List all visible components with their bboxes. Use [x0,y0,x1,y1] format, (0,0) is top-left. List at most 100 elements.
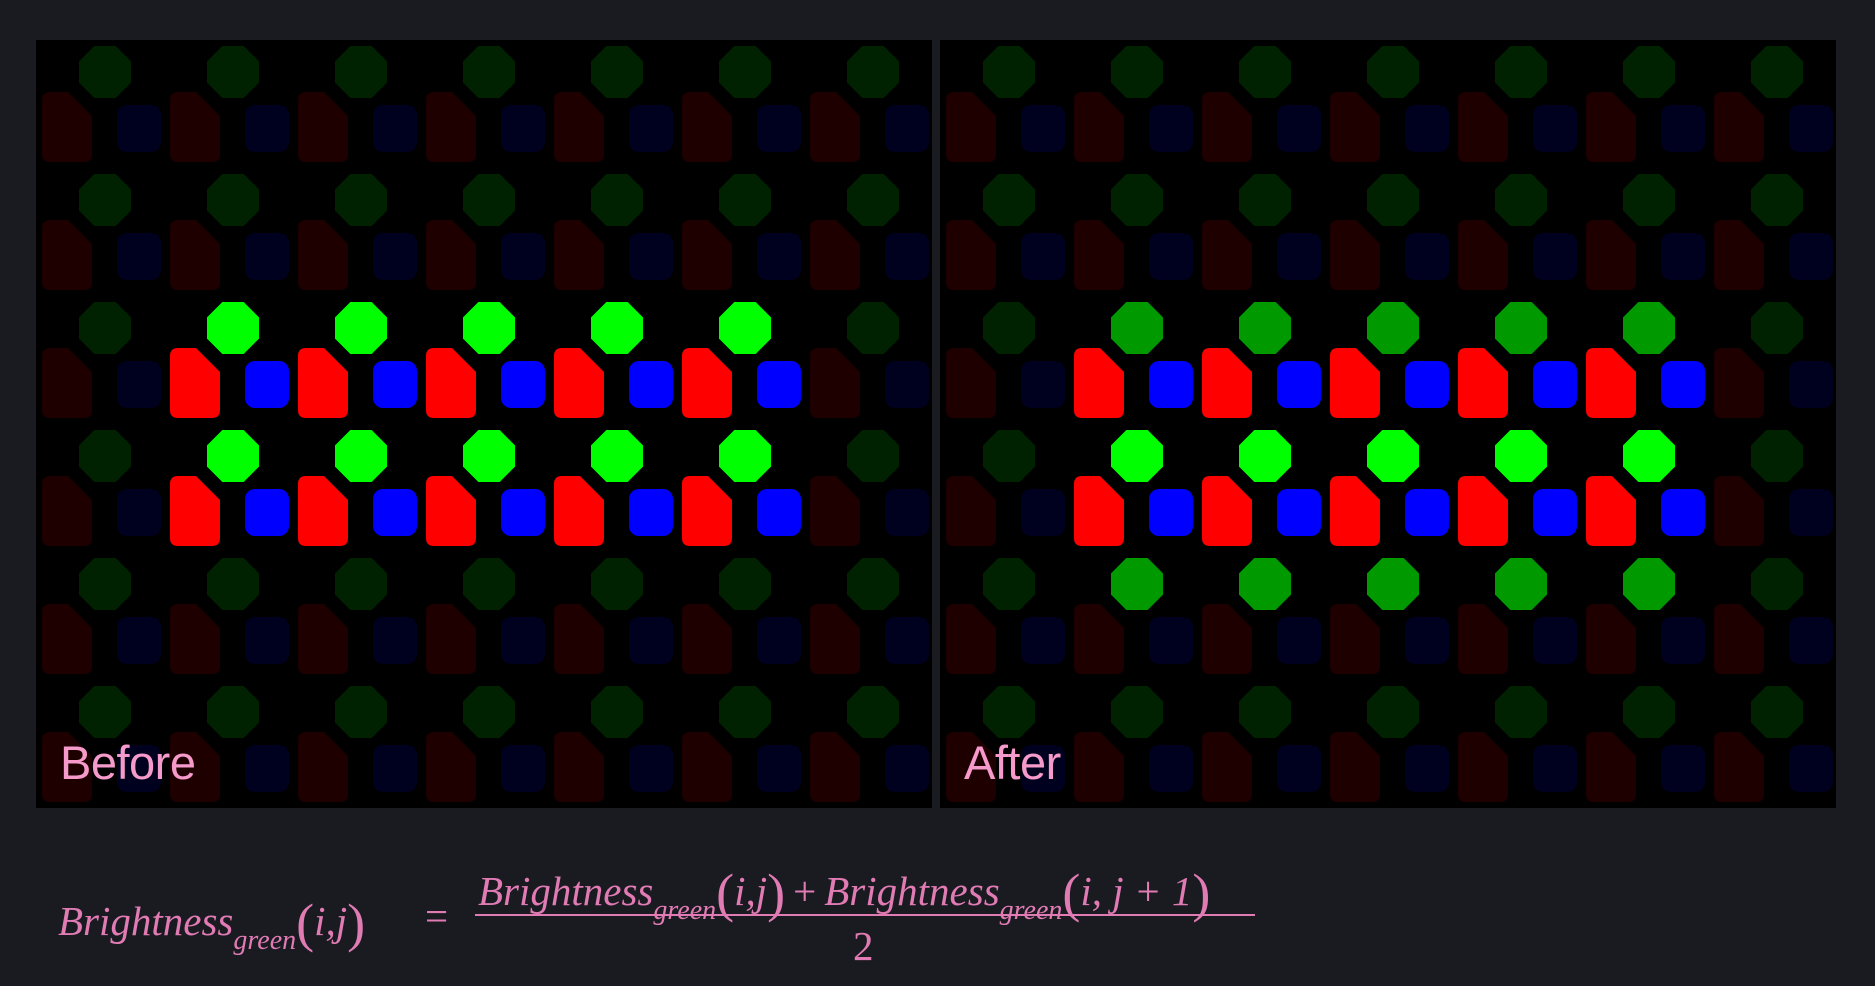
blue-subpixel-r4-c0 [1021,617,1065,664]
green-subpixel-r0-c5 [719,46,771,98]
blue-subpixel-r4-c6 [885,617,929,664]
blue-subpixel-r4-c3 [501,617,545,664]
red-subpixel-r5-c6 [810,732,860,802]
green-subpixel-r4-c4 [591,558,643,610]
blue-subpixel-r2-c6 [1789,361,1833,408]
green-subpixel-r4-c1 [207,558,259,610]
blue-subpixel-r3-c1 [1149,489,1193,536]
green-subpixel-r4-c5 [1623,558,1675,610]
blue-subpixel-r2-c1 [1149,361,1193,408]
red-subpixel-r5-c3 [1330,732,1380,802]
green-subpixel-r1-c5 [719,174,771,226]
green-subpixel-r1-c0 [79,174,131,226]
formula-plus: + [793,868,817,914]
red-subpixel-r2-c0 [946,348,996,418]
green-subpixel-r3-c2 [335,430,387,482]
blue-subpixel-r5-c6 [885,745,929,792]
blue-subpixel-r3-c6 [1789,489,1833,536]
red-subpixel-r2-c5 [682,348,732,418]
blue-subpixel-r1-c3 [501,233,545,280]
blue-subpixel-r3-c3 [1405,489,1449,536]
green-subpixel-r2-c1 [1111,302,1163,354]
green-subpixel-r0-c1 [1111,46,1163,98]
blue-subpixel-r4-c5 [757,617,801,664]
green-subpixel-r5-c3 [1367,686,1419,738]
red-subpixel-r0-c0 [946,92,996,162]
green-subpixel-r4-c4 [1495,558,1547,610]
blue-subpixel-r4-c6 [1789,617,1833,664]
red-subpixel-r4-c2 [1202,604,1252,674]
green-subpixel-r3-c0 [79,430,131,482]
red-subpixel-r1-c0 [42,220,92,290]
blue-subpixel-r1-c2 [373,233,417,280]
blue-subpixel-r5-c2 [373,745,417,792]
red-subpixel-r3-c0 [42,476,92,546]
red-subpixel-r4-c3 [426,604,476,674]
red-subpixel-r3-c2 [1202,476,1252,546]
green-subpixel-r2-c3 [1367,302,1419,354]
blue-subpixel-r0-c1 [245,105,289,152]
blue-subpixel-r4-c2 [373,617,417,664]
blue-subpixel-r4-c0 [117,617,161,664]
formula-denominator: 2 [853,923,874,969]
red-subpixel-r4-c4 [554,604,604,674]
green-subpixel-r0-c6 [1751,46,1803,98]
green-subpixel-r1-c1 [1111,174,1163,226]
blue-subpixel-r1-c1 [1149,233,1193,280]
blue-subpixel-r0-c3 [501,105,545,152]
red-subpixel-r5-c5 [682,732,732,802]
blue-subpixel-r3-c0 [1021,489,1065,536]
red-subpixel-r2-c3 [1330,348,1380,418]
green-subpixel-r4-c3 [463,558,515,610]
blue-subpixel-r1-c4 [629,233,673,280]
green-subpixel-r3-c2 [1239,430,1291,482]
green-subpixel-r5-c2 [1239,686,1291,738]
blue-subpixel-r1-c2 [1277,233,1321,280]
red-subpixel-r3-c1 [1074,476,1124,546]
blue-subpixel-r2-c0 [1021,361,1065,408]
green-subpixel-r0-c0 [983,46,1035,98]
red-subpixel-r0-c6 [1714,92,1764,162]
green-subpixel-r5-c5 [1623,686,1675,738]
blue-subpixel-r5-c4 [1533,745,1577,792]
green-subpixel-r1-c0 [983,174,1035,226]
green-subpixel-r4-c6 [847,558,899,610]
blue-subpixel-r4-c4 [1533,617,1577,664]
red-subpixel-r5-c4 [1458,732,1508,802]
before-pixel-grid [42,46,929,802]
red-subpixel-r2-c1 [1074,348,1124,418]
green-subpixel-r3-c3 [1367,430,1419,482]
blue-subpixel-r3-c1 [245,489,289,536]
green-subpixel-r1-c3 [463,174,515,226]
red-subpixel-r4-c1 [1074,604,1124,674]
red-subpixel-r3-c0 [946,476,996,546]
green-subpixel-r5-c2 [335,686,387,738]
red-subpixel-r3-c5 [1586,476,1636,546]
blue-subpixel-r5-c5 [1661,745,1705,792]
red-subpixel-r0-c5 [682,92,732,162]
blue-subpixel-r2-c2 [373,361,417,408]
green-subpixel-r5-c3 [463,686,515,738]
red-subpixel-r4-c3 [1330,604,1380,674]
green-subpixel-r5-c6 [847,686,899,738]
blue-subpixel-r2-c4 [629,361,673,408]
red-subpixel-r0-c2 [298,92,348,162]
green-subpixel-r0-c0 [79,46,131,98]
blue-subpixel-r4-c5 [1661,617,1705,664]
green-subpixel-r5-c0 [983,686,1035,738]
red-subpixel-r4-c2 [298,604,348,674]
red-subpixel-r4-c0 [946,604,996,674]
green-subpixel-r5-c1 [1111,686,1163,738]
green-subpixel-r1-c6 [1751,174,1803,226]
red-subpixel-r0-c0 [42,92,92,162]
green-subpixel-r2-c1 [207,302,259,354]
lhs-args: i,j [314,898,348,944]
green-subpixel-r4-c0 [983,558,1035,610]
green-subpixel-r1-c4 [591,174,643,226]
green-subpixel-r3-c1 [207,430,259,482]
blue-subpixel-r3-c3 [501,489,545,536]
green-subpixel-r0-c3 [463,46,515,98]
green-subpixel-r1-c3 [1367,174,1419,226]
red-subpixel-r1-c0 [946,220,996,290]
blue-subpixel-r5-c3 [501,745,545,792]
